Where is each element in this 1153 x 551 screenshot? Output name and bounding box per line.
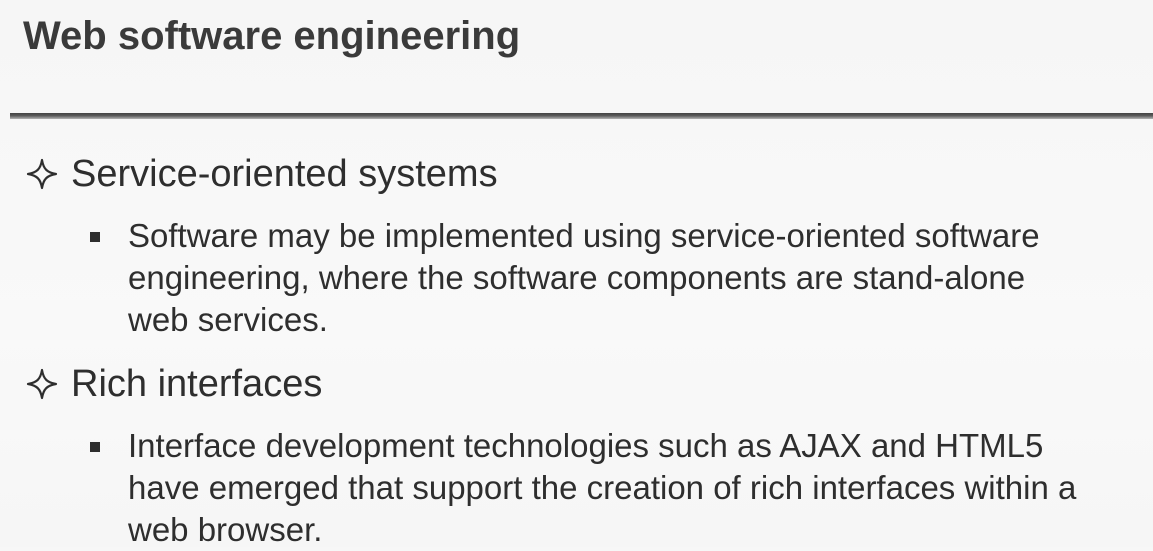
sub-bullet-line: web browser. — [128, 511, 323, 548]
sub-bullet-line: Interface development technologies such … — [128, 427, 1044, 464]
sub-bullet-line: web services. — [128, 301, 328, 338]
bullet-service-oriented-systems: Service-oriented systems — [25, 152, 498, 196]
bullet-heading: Service-oriented systems — [71, 153, 498, 195]
sub-bullet-line: have emerged that support the creation o… — [128, 469, 1077, 506]
square-bullet-icon — [90, 232, 100, 242]
four-point-star-icon — [25, 367, 59, 401]
bullet-rich-interfaces: Rich interfaces — [25, 362, 322, 406]
title-divider — [10, 113, 1153, 119]
sub-bullet-text: Software may be implemented using servic… — [128, 215, 1040, 341]
bullet-heading: Rich interfaces — [71, 363, 323, 405]
sub-bullet-text: Interface development technologies such … — [128, 425, 1076, 551]
sub-bullet-line: engineering, where the software componen… — [128, 259, 1026, 296]
square-bullet-icon — [90, 442, 100, 452]
slide-title: Web software engineering — [23, 14, 521, 58]
four-point-star-icon — [25, 157, 59, 191]
slide: Web software engineering Service-oriente… — [0, 0, 1153, 548]
sub-bullet-line: Software may be implemented using servic… — [128, 217, 1040, 254]
